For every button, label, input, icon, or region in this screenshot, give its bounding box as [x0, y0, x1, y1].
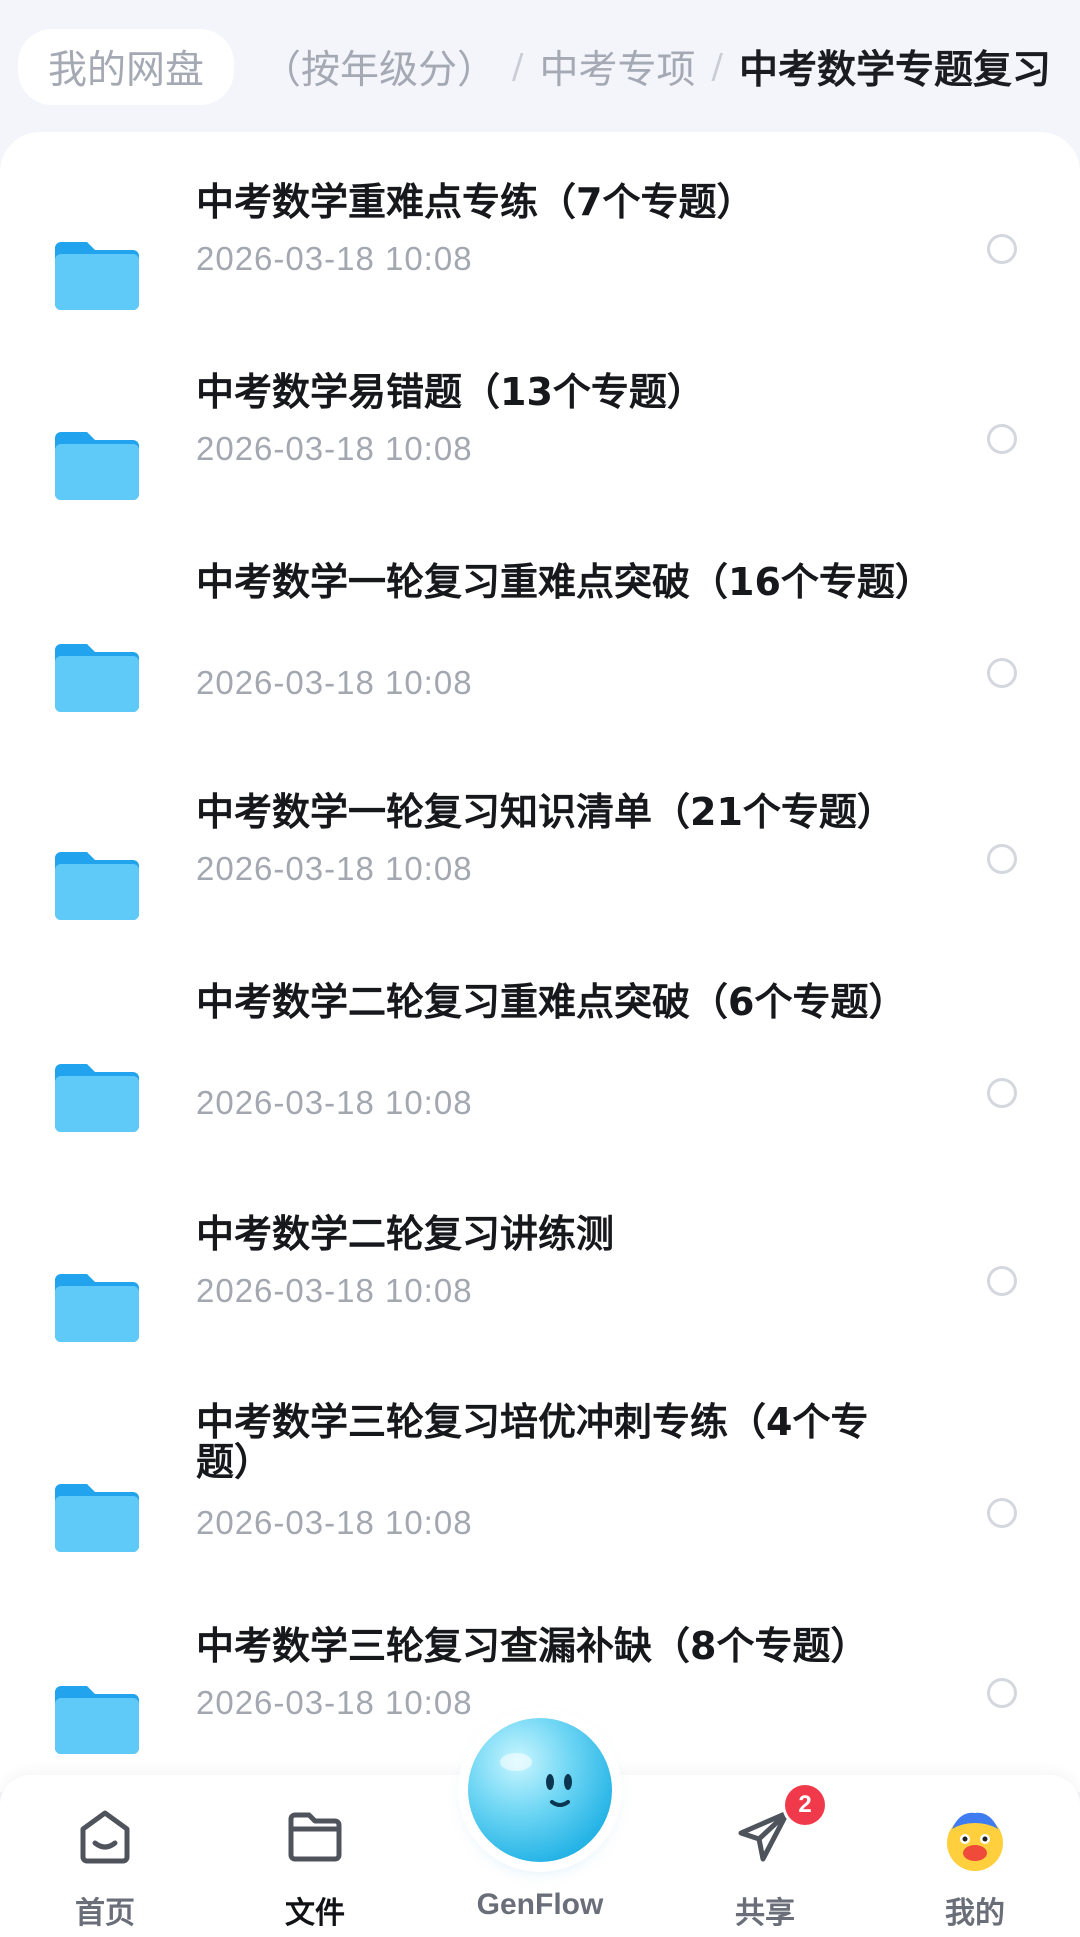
folder-icon	[55, 432, 139, 500]
genflow-face-icon	[500, 1753, 572, 1807]
folder-title: 中考数学一轮复习重难点突破（16个专题）	[196, 560, 933, 604]
nav-mine[interactable]: 我的	[885, 1775, 1065, 1937]
folder-modified-time: 2026-03-18 10:08	[196, 664, 473, 701]
folder-title: 中考数学三轮复习查漏补缺（8个专题）	[196, 1624, 869, 1668]
breadcrumb: 我的网盘 （按年级分） / 中考专项 / 中考数学专题复习	[0, 0, 1080, 134]
folder-row[interactable]: 中考数学一轮复习重难点突破（16个专题） 2026-03-18 10:08	[0, 556, 1080, 746]
folder-title: 中考数学三轮复习培优冲刺专练（4个专题）	[196, 1400, 869, 1484]
folder-icon	[55, 644, 139, 712]
folder-title: 中考数学一轮复习知识清单（21个专题）	[196, 790, 895, 834]
nav-genflow-label: GenFlow	[476, 1888, 604, 1921]
folder-title: 中考数学二轮复习重难点突破（6个专题）	[196, 980, 907, 1024]
breadcrumb-separator: /	[711, 47, 723, 87]
avatar-icon	[947, 1812, 1003, 1871]
folder-modified-time: 2026-03-18 10:08	[196, 1084, 473, 1121]
folder-icon	[55, 242, 139, 310]
nav-share[interactable]: 共享	[675, 1775, 855, 1937]
breadcrumb-level2[interactable]: 中考专项	[540, 39, 696, 95]
select-radio[interactable]	[987, 1266, 1017, 1296]
folder-modified-time: 2026-03-18 10:08	[196, 1504, 473, 1541]
folder-icon	[55, 1064, 139, 1132]
select-radio[interactable]	[987, 424, 1017, 454]
folder-row[interactable]: 中考数学易错题（13个专题） 2026-03-18 10:08	[0, 366, 1080, 516]
folder-title: 中考数学重难点专练（7个专题）	[196, 180, 755, 224]
folder-title: 中考数学易错题（13个专题）	[196, 370, 705, 414]
nav-home[interactable]: 首页	[15, 1775, 195, 1937]
folder-icon	[55, 1274, 139, 1342]
folder-list: 中考数学重难点专练（7个专题） 2026-03-18 10:08 中考数学易错题…	[0, 132, 1080, 1792]
folder-row[interactable]: 中考数学三轮复习培优冲刺专练（4个专题） 2026-03-18 10:08	[0, 1396, 1080, 1586]
folder-row[interactable]: 中考数学重难点专练（7个专题） 2026-03-18 10:08	[0, 176, 1080, 326]
folder-row[interactable]: 中考数学二轮复习重难点突破（6个专题） 2026-03-18 10:08	[0, 976, 1080, 1166]
select-radio[interactable]	[987, 1678, 1017, 1708]
home-icon	[80, 1810, 130, 1864]
genflow-orb-button[interactable]	[468, 1718, 612, 1862]
nav-files-label: 文件	[285, 1896, 345, 1931]
folder-icon	[55, 1686, 139, 1754]
select-radio[interactable]	[987, 1498, 1017, 1528]
folder-outline-icon	[288, 1812, 342, 1862]
share-badge: 2	[785, 1785, 825, 1825]
breadcrumb-current: 中考数学专题复习	[738, 48, 1051, 93]
nav-share-label: 共享	[735, 1896, 795, 1931]
select-radio[interactable]	[987, 234, 1017, 264]
folder-title: 中考数学二轮复习讲练测	[196, 1212, 615, 1256]
folder-modified-time: 2026-03-18 10:08	[196, 850, 473, 887]
folder-row[interactable]: 中考数学一轮复习知识清单（21个专题） 2026-03-18 10:08	[0, 786, 1080, 936]
select-radio[interactable]	[987, 1078, 1017, 1108]
select-radio[interactable]	[987, 658, 1017, 688]
breadcrumb-level1[interactable]: （按年级分）	[262, 39, 496, 95]
select-radio[interactable]	[987, 844, 1017, 874]
folder-modified-time: 2026-03-18 10:08	[196, 1684, 473, 1721]
breadcrumb-separator: /	[512, 47, 524, 87]
folder-row[interactable]: 中考数学二轮复习讲练测 2026-03-18 10:08	[0, 1208, 1080, 1358]
folder-modified-time: 2026-03-18 10:08	[196, 1272, 473, 1309]
folder-modified-time: 2026-03-18 10:08	[196, 430, 473, 467]
file-browser-screen: 我的网盘 （按年级分） / 中考专项 / 中考数学专题复习 中考数学重难点专练（…	[0, 0, 1080, 1937]
nav-mine-label: 我的	[945, 1896, 1005, 1931]
folder-icon	[55, 1484, 139, 1552]
folder-modified-time: 2026-03-18 10:08	[196, 240, 473, 277]
nav-home-label: 首页	[75, 1896, 135, 1931]
breadcrumb-root[interactable]: 我的网盘	[18, 29, 235, 105]
nav-files[interactable]: 文件	[225, 1775, 405, 1937]
folder-icon	[55, 852, 139, 920]
